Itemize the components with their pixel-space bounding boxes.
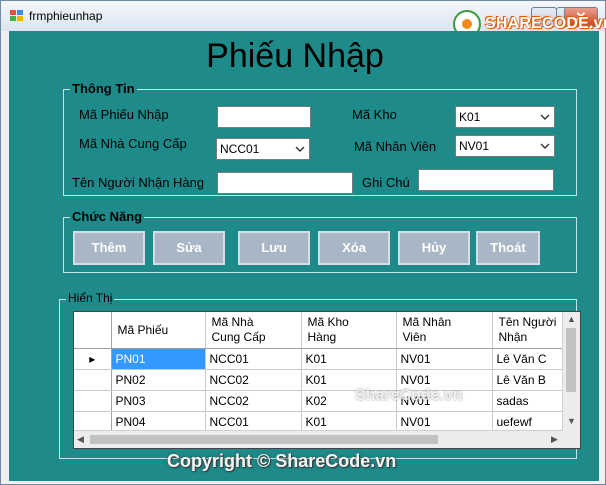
table-row[interactable]: PN02 NCC02 K01 NV01 Lê Văn B xyxy=(74,369,573,391)
data-grid[interactable]: Mã Phiếu Mã Nhà Cung Cấp Mã Kho Hàng Mã … xyxy=(73,311,581,449)
table-row[interactable]: ▸ PN01 NCC01 K01 NV01 Lê Văn C xyxy=(74,348,573,370)
table-cell[interactable]: NCC01 xyxy=(205,348,302,370)
scroll-right-icon[interactable]: ▶ xyxy=(551,434,558,445)
horizontal-scrollbar[interactable]: ◀ ▶ xyxy=(74,430,563,448)
ma-phieu-nhap-input[interactable] xyxy=(217,106,311,128)
header-text: Mã Nhà Cung Cấp xyxy=(211,315,266,344)
column-header[interactable]: Mã Kho Hàng xyxy=(301,312,397,349)
ma-nv-label: Mã Nhân Viên xyxy=(354,139,437,154)
edit-button[interactable]: Sửa xyxy=(153,231,225,265)
horizontal-scroll-thumb[interactable] xyxy=(90,435,438,444)
chevron-down-icon xyxy=(540,143,550,149)
ma-nv-value: NV01 xyxy=(459,139,490,153)
scrollbar-corner xyxy=(563,431,580,448)
ghi-chu-input[interactable] xyxy=(418,169,554,191)
column-header[interactable]: Tên Người Nhận xyxy=(492,312,573,349)
table-cell[interactable]: NCC02 xyxy=(205,369,302,391)
column-header[interactable]: Mã Phiếu xyxy=(111,312,206,349)
table-cell[interactable]: PN03 xyxy=(111,390,206,412)
scroll-up-icon[interactable]: ▲ xyxy=(567,314,576,324)
form-client: Phiếu Nhập Thông Tin Mã Phiếu Nhập Mã Kh… xyxy=(9,31,599,481)
ma-nv-combo[interactable]: NV01 xyxy=(455,135,555,157)
table-cell[interactable]: Lê Văn B xyxy=(492,369,573,391)
watermark-mid: ShareCode.vn xyxy=(355,387,463,404)
table-cell[interactable]: Lê Văn C xyxy=(492,348,573,370)
vertical-scroll-thumb[interactable] xyxy=(566,328,576,392)
function-group-caption: Chức Năng xyxy=(70,209,145,224)
column-header[interactable]: Mã Nhà Cung Cấp xyxy=(205,312,302,349)
scroll-down-icon[interactable]: ▼ xyxy=(567,416,576,426)
display-group-caption: Hiển Thị xyxy=(66,291,115,305)
page-title-text: Phiếu Nhập xyxy=(206,37,384,75)
ma-ncc-combo[interactable]: NCC01 xyxy=(216,138,310,160)
row-header-corner xyxy=(74,312,112,349)
delete-button[interactable]: Xóa xyxy=(318,231,390,265)
exit-button[interactable]: Thoát xyxy=(476,231,540,265)
scroll-left-icon[interactable]: ◀ xyxy=(77,434,84,445)
app-window: frmphieunhap ✕ SHARECODE.vn Phiếu Nhập T… xyxy=(0,0,606,485)
table-cell[interactable]: K01 xyxy=(301,348,397,370)
column-header[interactable]: Mã Nhân Viên xyxy=(396,312,493,349)
ma-kho-combo[interactable]: K01 xyxy=(455,106,555,128)
current-row-marker: ▸ xyxy=(74,348,112,370)
header-text: Tên Người Nhận xyxy=(498,315,557,344)
ma-kho-value: K01 xyxy=(459,110,481,124)
row-header[interactable] xyxy=(74,390,112,412)
row-header[interactable] xyxy=(74,369,112,391)
add-button[interactable]: Thêm xyxy=(73,231,145,265)
table-row[interactable]: PN03 NCC02 K02 NV01 sadas xyxy=(74,390,573,412)
chevron-down-icon xyxy=(540,114,550,120)
ten-nguoi-nhan-label: Tên Người Nhận Hàng xyxy=(72,175,205,190)
table-cell[interactable]: PN01 xyxy=(111,348,206,370)
ma-ncc-value: NCC01 xyxy=(220,142,260,156)
save-button[interactable]: Lưu xyxy=(238,231,310,265)
vertical-scrollbar[interactable]: ▲ ▼ xyxy=(562,312,580,431)
header-text: Mã Kho Hàng xyxy=(307,315,349,344)
table-cell[interactable]: NV01 xyxy=(396,348,493,370)
ma-phieu-nhap-label: Mã Phiếu Nhập xyxy=(79,107,169,122)
ten-nguoi-nhan-input[interactable] xyxy=(217,172,353,194)
table-cell[interactable]: PN02 xyxy=(111,369,206,391)
table-cell[interactable]: sadas xyxy=(492,390,573,412)
ma-ncc-label: Mã Nhà Cung Cấp xyxy=(79,136,187,151)
table-cell[interactable]: NCC02 xyxy=(205,390,302,412)
cancel-button[interactable]: Hủy xyxy=(398,231,470,265)
ma-kho-label: Mã Kho xyxy=(352,107,397,122)
grid-header-row: Mã Phiếu Mã Nhà Cung Cấp Mã Kho Hàng Mã … xyxy=(74,312,573,349)
window-title: frmphieunhap xyxy=(29,9,103,23)
chevron-down-icon xyxy=(295,146,305,152)
page-title: Phiếu Nhập xyxy=(9,37,599,76)
header-text: Mã Nhân Viên xyxy=(402,315,452,344)
ghi-chu-label: Ghi Chú xyxy=(362,175,410,190)
info-group-caption: Thông Tin xyxy=(70,81,137,96)
grid-table: Mã Phiếu Mã Nhà Cung Cấp Mã Kho Hàng Mã … xyxy=(74,312,573,433)
copyright-watermark: Copyright © ShareCode.vn xyxy=(167,451,397,471)
form-icon xyxy=(10,10,24,22)
title-bar: frmphieunhap ✕ SHARECODE.vn xyxy=(1,1,606,38)
